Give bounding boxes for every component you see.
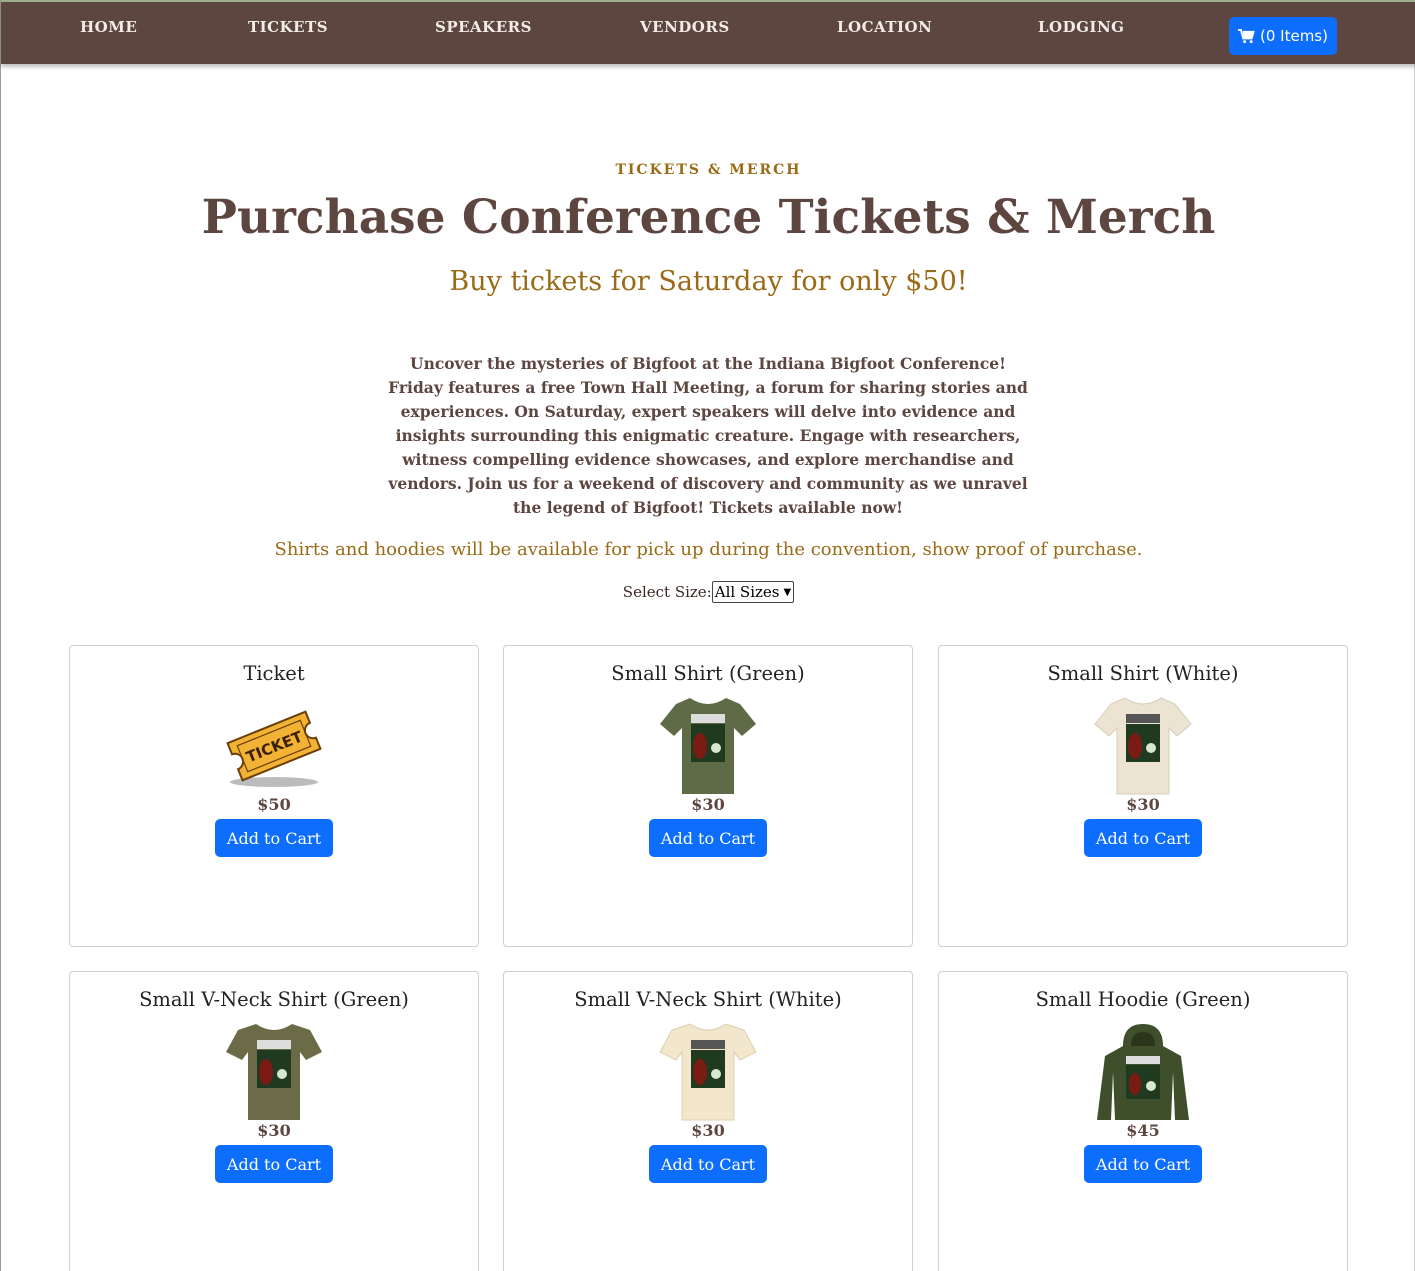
pickup-note: Shirts and hoodies will be available for… <box>274 539 1143 560</box>
product-price: $30 <box>691 795 725 814</box>
event-description: Uncover the mysteries of Bigfoot at the … <box>388 354 1028 517</box>
nav-location[interactable]: LOCATION <box>837 18 932 36</box>
nav-speakers[interactable]: SPEAKERS <box>435 18 532 36</box>
product-card-small-shirt-white: Small Shirt (White) $30 Add to Cart <box>938 645 1348 947</box>
product-card-small-vneck-green: Small V-Neck Shirt (Green) $30 Add to Ca… <box>69 971 479 1271</box>
nav-vendors[interactable]: VENDORS <box>640 18 730 36</box>
add-to-cart-button[interactable]: Add to Cart <box>215 1145 333 1183</box>
cart-button[interactable]: (0 Items) <box>1229 17 1337 55</box>
product-price: $30 <box>1126 795 1160 814</box>
size-filter-row: Select Size: All Sizes ▼ <box>1 581 1415 603</box>
add-to-cart-button[interactable]: Add to Cart <box>1084 819 1202 857</box>
size-select[interactable]: All Sizes ▼ <box>711 581 795 603</box>
product-card-ticket: Ticket TICKET $50 Add to Cart <box>69 645 479 947</box>
tshirt-icon <box>659 1023 757 1121</box>
top-navbar: HOME TICKETS SPEAKERS VENDORS LOCATION L… <box>1 0 1415 64</box>
product-name: Small V-Neck Shirt (Green) <box>139 988 409 1011</box>
tshirt-icon <box>660 698 756 794</box>
page-subtitle: Buy tickets for Saturday for only $50! <box>449 266 968 297</box>
product-card-small-shirt-green: Small Shirt (Green) $30 Add to Cart <box>503 645 913 947</box>
product-price: $45 <box>1126 1121 1160 1140</box>
nav-lodging[interactable]: LODGING <box>1038 18 1124 36</box>
product-name: Small V-Neck Shirt (White) <box>574 988 842 1011</box>
product-name: Ticket <box>243 662 305 685</box>
add-to-cart-button[interactable]: Add to Cart <box>649 1145 767 1183</box>
product-price: $30 <box>691 1121 725 1140</box>
product-name: Small Hoodie (Green) <box>1035 988 1251 1011</box>
hoodie-icon <box>1097 1024 1189 1120</box>
cart-count-label: (0 Items) <box>1260 27 1328 45</box>
page-title: Purchase Conference Tickets & Merch <box>201 190 1216 245</box>
chevron-down-icon: ▼ <box>783 586 792 598</box>
product-name: Small Shirt (Green) <box>611 662 805 685</box>
product-price: $30 <box>257 1121 291 1140</box>
product-name: Small Shirt (White) <box>1047 662 1239 685</box>
tshirt-icon <box>1094 697 1192 795</box>
product-card-small-hoodie-green: Small Hoodie (Green) $45 Add to Cart <box>938 971 1348 1271</box>
add-to-cart-button[interactable]: Add to Cart <box>649 819 767 857</box>
tshirt-icon <box>226 1024 322 1120</box>
section-kicker: TICKETS & MERCH <box>615 162 802 178</box>
product-price: $50 <box>257 795 291 814</box>
ticket-icon: TICKET <box>226 710 322 787</box>
add-to-cart-button[interactable]: Add to Cart <box>1084 1145 1202 1183</box>
add-to-cart-button[interactable]: Add to Cart <box>215 819 333 857</box>
size-select-value: All Sizes <box>714 583 780 601</box>
nav-home[interactable]: HOME <box>80 18 137 36</box>
product-card-small-vneck-white: Small V-Neck Shirt (White) $30 Add to Ca… <box>503 971 913 1271</box>
size-filter-label: Select Size: <box>622 583 712 601</box>
nav-tickets[interactable]: TICKETS <box>248 18 328 36</box>
cart-icon <box>1238 28 1255 43</box>
